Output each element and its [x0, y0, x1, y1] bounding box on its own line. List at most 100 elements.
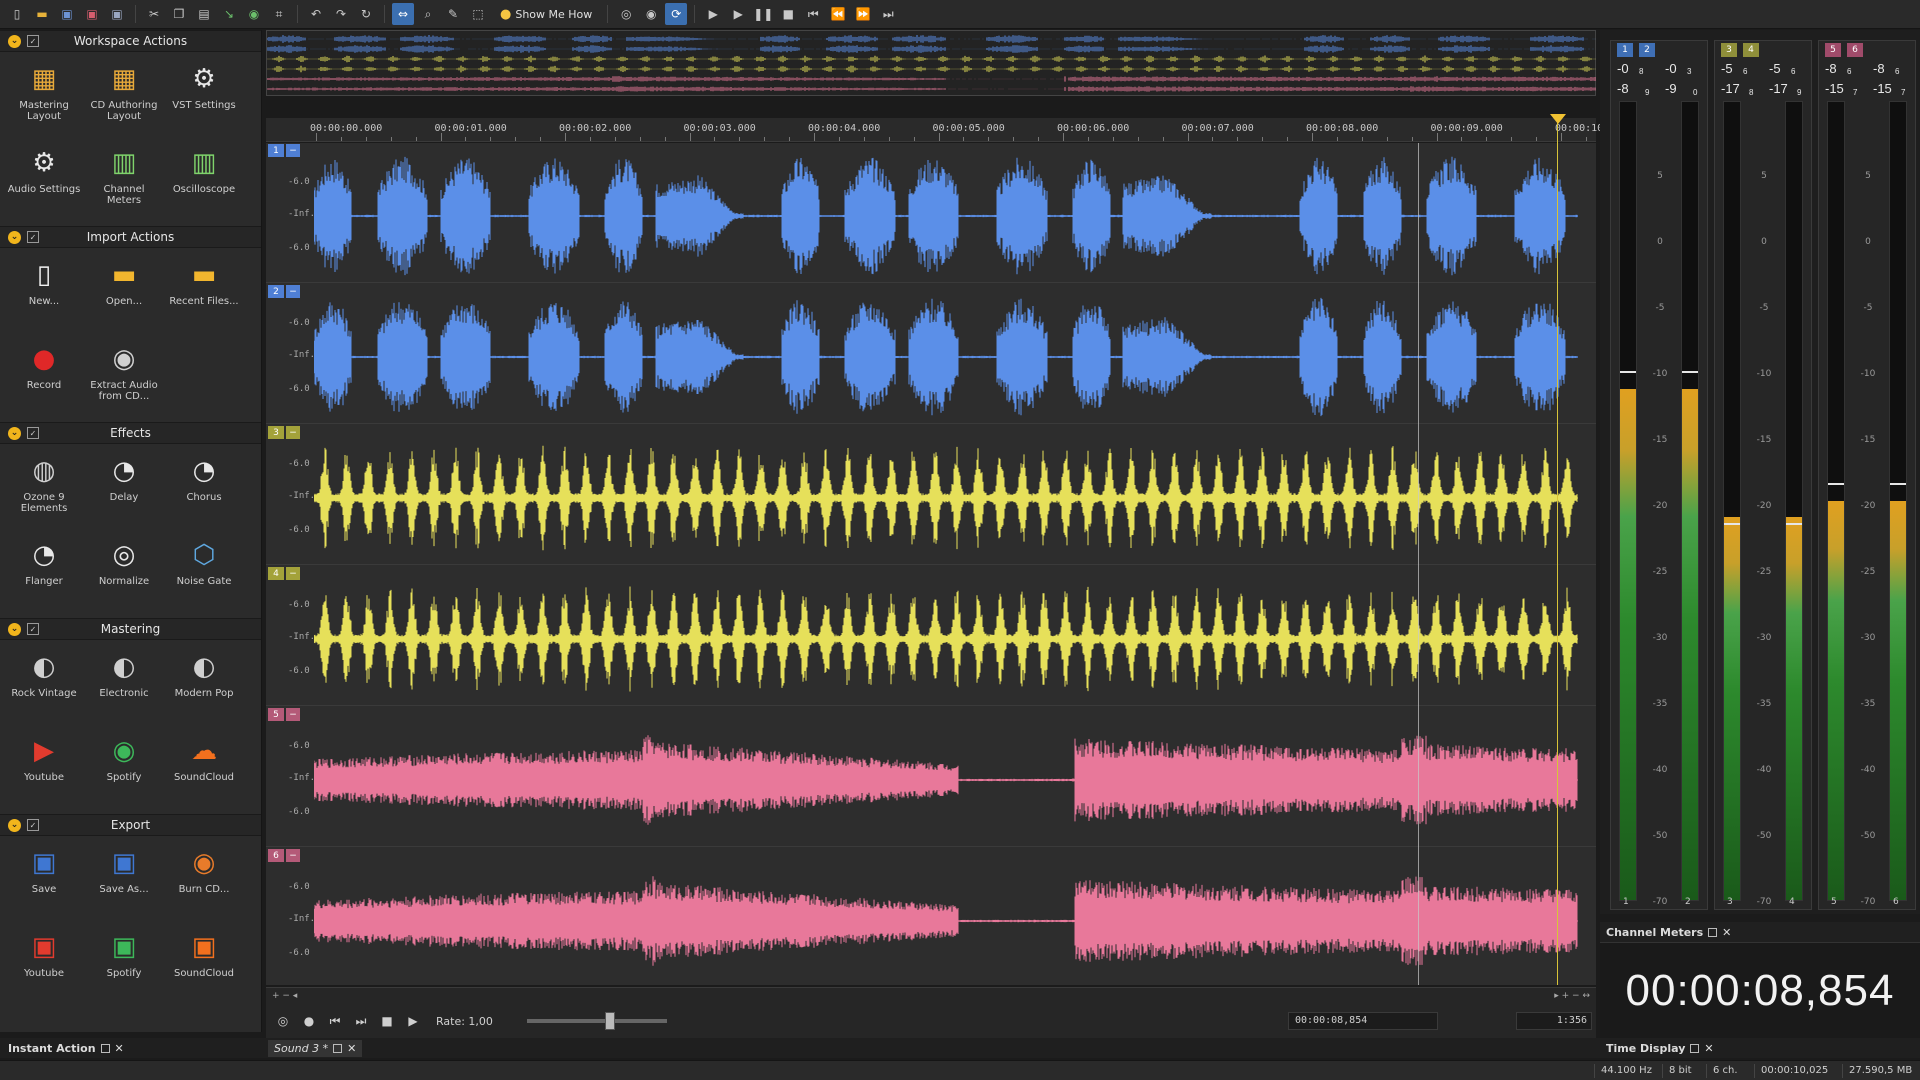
undo-icon[interactable]: ↶: [305, 3, 327, 25]
audio-track[interactable]: 5− -6.0 -Inf. -6.0: [266, 707, 1596, 847]
action-tile[interactable]: ▥ Channel Meters: [84, 142, 164, 226]
save-as-icon[interactable]: ▣: [106, 3, 128, 25]
float-icon[interactable]: [333, 1044, 343, 1053]
scroll-controls-icon[interactable]: + − ◂: [272, 991, 297, 1001]
track-waveform[interactable]: [314, 292, 1578, 422]
action-tile[interactable]: ◐ Modern Pop: [164, 646, 244, 730]
close-icon[interactable]: ✕: [347, 1042, 356, 1055]
zoom-controls-icon[interactable]: ▸ + − ↔: [1554, 991, 1590, 1001]
meter-channel-chip[interactable]: 3: [1721, 43, 1737, 57]
close-icon[interactable]: ✕: [1704, 1042, 1713, 1055]
go-to-end-icon[interactable]: ⏭: [352, 1012, 370, 1030]
pencil-tool-icon[interactable]: ✎: [442, 3, 464, 25]
track-collapse-icon[interactable]: −: [286, 144, 300, 157]
action-tile[interactable]: ◔ Delay: [84, 450, 164, 534]
audio-track[interactable]: 2− -6.0 -Inf. -6.0: [266, 284, 1596, 424]
close-icon[interactable]: ✕: [115, 1042, 124, 1055]
action-tile[interactable]: ⚙ Audio Settings: [4, 142, 84, 226]
tab-channel-meters[interactable]: Channel Meters ✕: [1600, 924, 1737, 941]
track-collapse-icon[interactable]: −: [286, 567, 300, 580]
play-icon[interactable]: ▶: [404, 1012, 422, 1030]
section-header[interactable]: ⌄ ✓ Mastering: [0, 618, 261, 640]
crop-icon[interactable]: ⌗: [268, 3, 290, 25]
action-tile[interactable]: ◔ Flanger: [4, 534, 84, 618]
track-waveform[interactable]: [314, 715, 1578, 845]
track-number[interactable]: 6: [268, 849, 284, 862]
track-waveform[interactable]: [314, 151, 1578, 281]
record-monitor-icon[interactable]: ◎: [615, 3, 637, 25]
action-tile[interactable]: ▯ New...: [4, 254, 84, 338]
select-tool-icon[interactable]: ⇔: [392, 3, 414, 25]
track-number[interactable]: 5: [268, 708, 284, 721]
track-number[interactable]: 2: [268, 285, 284, 298]
tab-instant-action[interactable]: Instant Action ✕: [2, 1040, 130, 1057]
action-tile[interactable]: ⬡ Noise Gate: [164, 534, 244, 618]
cut-icon[interactable]: ✂: [143, 3, 165, 25]
audio-track[interactable]: 3− -6.0 -Inf. -6.0: [266, 425, 1596, 565]
action-tile[interactable]: ◉ Spotify: [84, 730, 164, 814]
track-waveform[interactable]: [314, 433, 1578, 563]
section-header[interactable]: ⌄ ✓ Export: [0, 814, 261, 836]
fast-forward-icon[interactable]: ⏩: [852, 3, 874, 25]
action-tile[interactable]: ▬ Recent Files...: [164, 254, 244, 338]
record-icon[interactable]: ◉: [640, 3, 662, 25]
audio-track[interactable]: 6− -6.0 -Inf. -6.0: [266, 848, 1596, 988]
float-icon[interactable]: [1708, 928, 1718, 937]
action-tile[interactable]: ◎ Normalize: [84, 534, 164, 618]
tab-document[interactable]: Sound 3 * ✕: [268, 1040, 363, 1057]
track-area[interactable]: 1− -6.0 -Inf. -6.0 2− -6.0 -Inf. -6.0 3− -6.0 -Inf…: [266, 143, 1596, 988]
action-tile[interactable]: ◐ Rock Vintage: [4, 646, 84, 730]
meter-channel-chip[interactable]: 1: [1617, 43, 1633, 57]
new-file-icon[interactable]: ▯: [6, 3, 28, 25]
tab-time-display[interactable]: Time Display ✕: [1600, 1040, 1720, 1057]
waveform-overview[interactable]: [266, 30, 1596, 96]
rate-slider[interactable]: [526, 1012, 667, 1030]
meter-channel-chip[interactable]: 2: [1639, 43, 1655, 57]
action-tile[interactable]: ▣ Save As...: [84, 842, 164, 926]
redo-icon[interactable]: ↷: [330, 3, 352, 25]
meter-channel-chip[interactable]: 4: [1743, 43, 1759, 57]
action-tile[interactable]: ▥ Oscilloscope: [164, 142, 244, 226]
record-circle-icon[interactable]: ●: [300, 1012, 318, 1030]
track-waveform[interactable]: [314, 856, 1578, 986]
action-tile[interactable]: ▬ Open...: [84, 254, 164, 338]
go-to-start-icon[interactable]: ⏮: [326, 1012, 344, 1030]
action-tile[interactable]: ▣ Spotify: [84, 926, 164, 1010]
end-marker-handle[interactable]: [1550, 114, 1566, 124]
float-icon[interactable]: [1690, 1044, 1700, 1053]
action-tile[interactable]: ▦ Mastering Layout: [4, 58, 84, 142]
action-tile[interactable]: ▣ Youtube: [4, 926, 84, 1010]
close-icon[interactable]: ✕: [1722, 926, 1731, 939]
go-to-start-icon[interactable]: ⏮: [802, 3, 824, 25]
region-tool-icon[interactable]: ⬚: [467, 3, 489, 25]
action-tile[interactable]: ▣ Save: [4, 842, 84, 926]
zoom-tool-icon[interactable]: ⌕: [417, 3, 439, 25]
go-to-end-icon[interactable]: ⏭: [877, 3, 899, 25]
save-all-icon[interactable]: ▣: [81, 3, 103, 25]
track-number[interactable]: 1: [268, 144, 284, 157]
track-collapse-icon[interactable]: −: [286, 285, 300, 298]
action-tile[interactable]: ◍ Ozone 9 Elements: [4, 450, 84, 534]
horizontal-scrollbar[interactable]: + − ◂ ▸ + − ↔: [266, 988, 1596, 1004]
playhead-cursor[interactable]: [1418, 143, 1420, 985]
track-collapse-icon[interactable]: −: [286, 708, 300, 721]
section-header[interactable]: ⌄ ✓ Import Actions: [0, 226, 261, 248]
audio-track[interactable]: 4− -6.0 -Inf. -6.0: [266, 566, 1596, 706]
action-tile[interactable]: ▦ CD Authoring Layout: [84, 58, 164, 142]
track-collapse-icon[interactable]: −: [286, 849, 300, 862]
section-header[interactable]: ⌄ ✓ Effects: [0, 422, 261, 444]
action-tile[interactable]: ⚙ VST Settings: [164, 58, 244, 142]
copy-icon[interactable]: ❐: [168, 3, 190, 25]
action-tile[interactable]: ◉ Extract Audio from CD...: [84, 338, 164, 422]
track-waveform[interactable]: [314, 574, 1578, 704]
time-ruler[interactable]: 00:00:00.000 00:00:01.000 00:00:02.000 00:0…: [266, 118, 1603, 142]
repeat-icon[interactable]: ↻: [355, 3, 377, 25]
section-header[interactable]: ⌄ ✓ Workspace Actions: [0, 30, 261, 52]
open-folder-icon[interactable]: ▬: [31, 3, 53, 25]
action-tile[interactable]: ◔ Chorus: [164, 450, 244, 534]
save-icon[interactable]: ▣: [56, 3, 78, 25]
trim-icon[interactable]: ◉: [243, 3, 265, 25]
audio-track[interactable]: 1− -6.0 -Inf. -6.0: [266, 143, 1596, 283]
track-number[interactable]: 4: [268, 567, 284, 580]
float-icon[interactable]: [100, 1044, 110, 1053]
